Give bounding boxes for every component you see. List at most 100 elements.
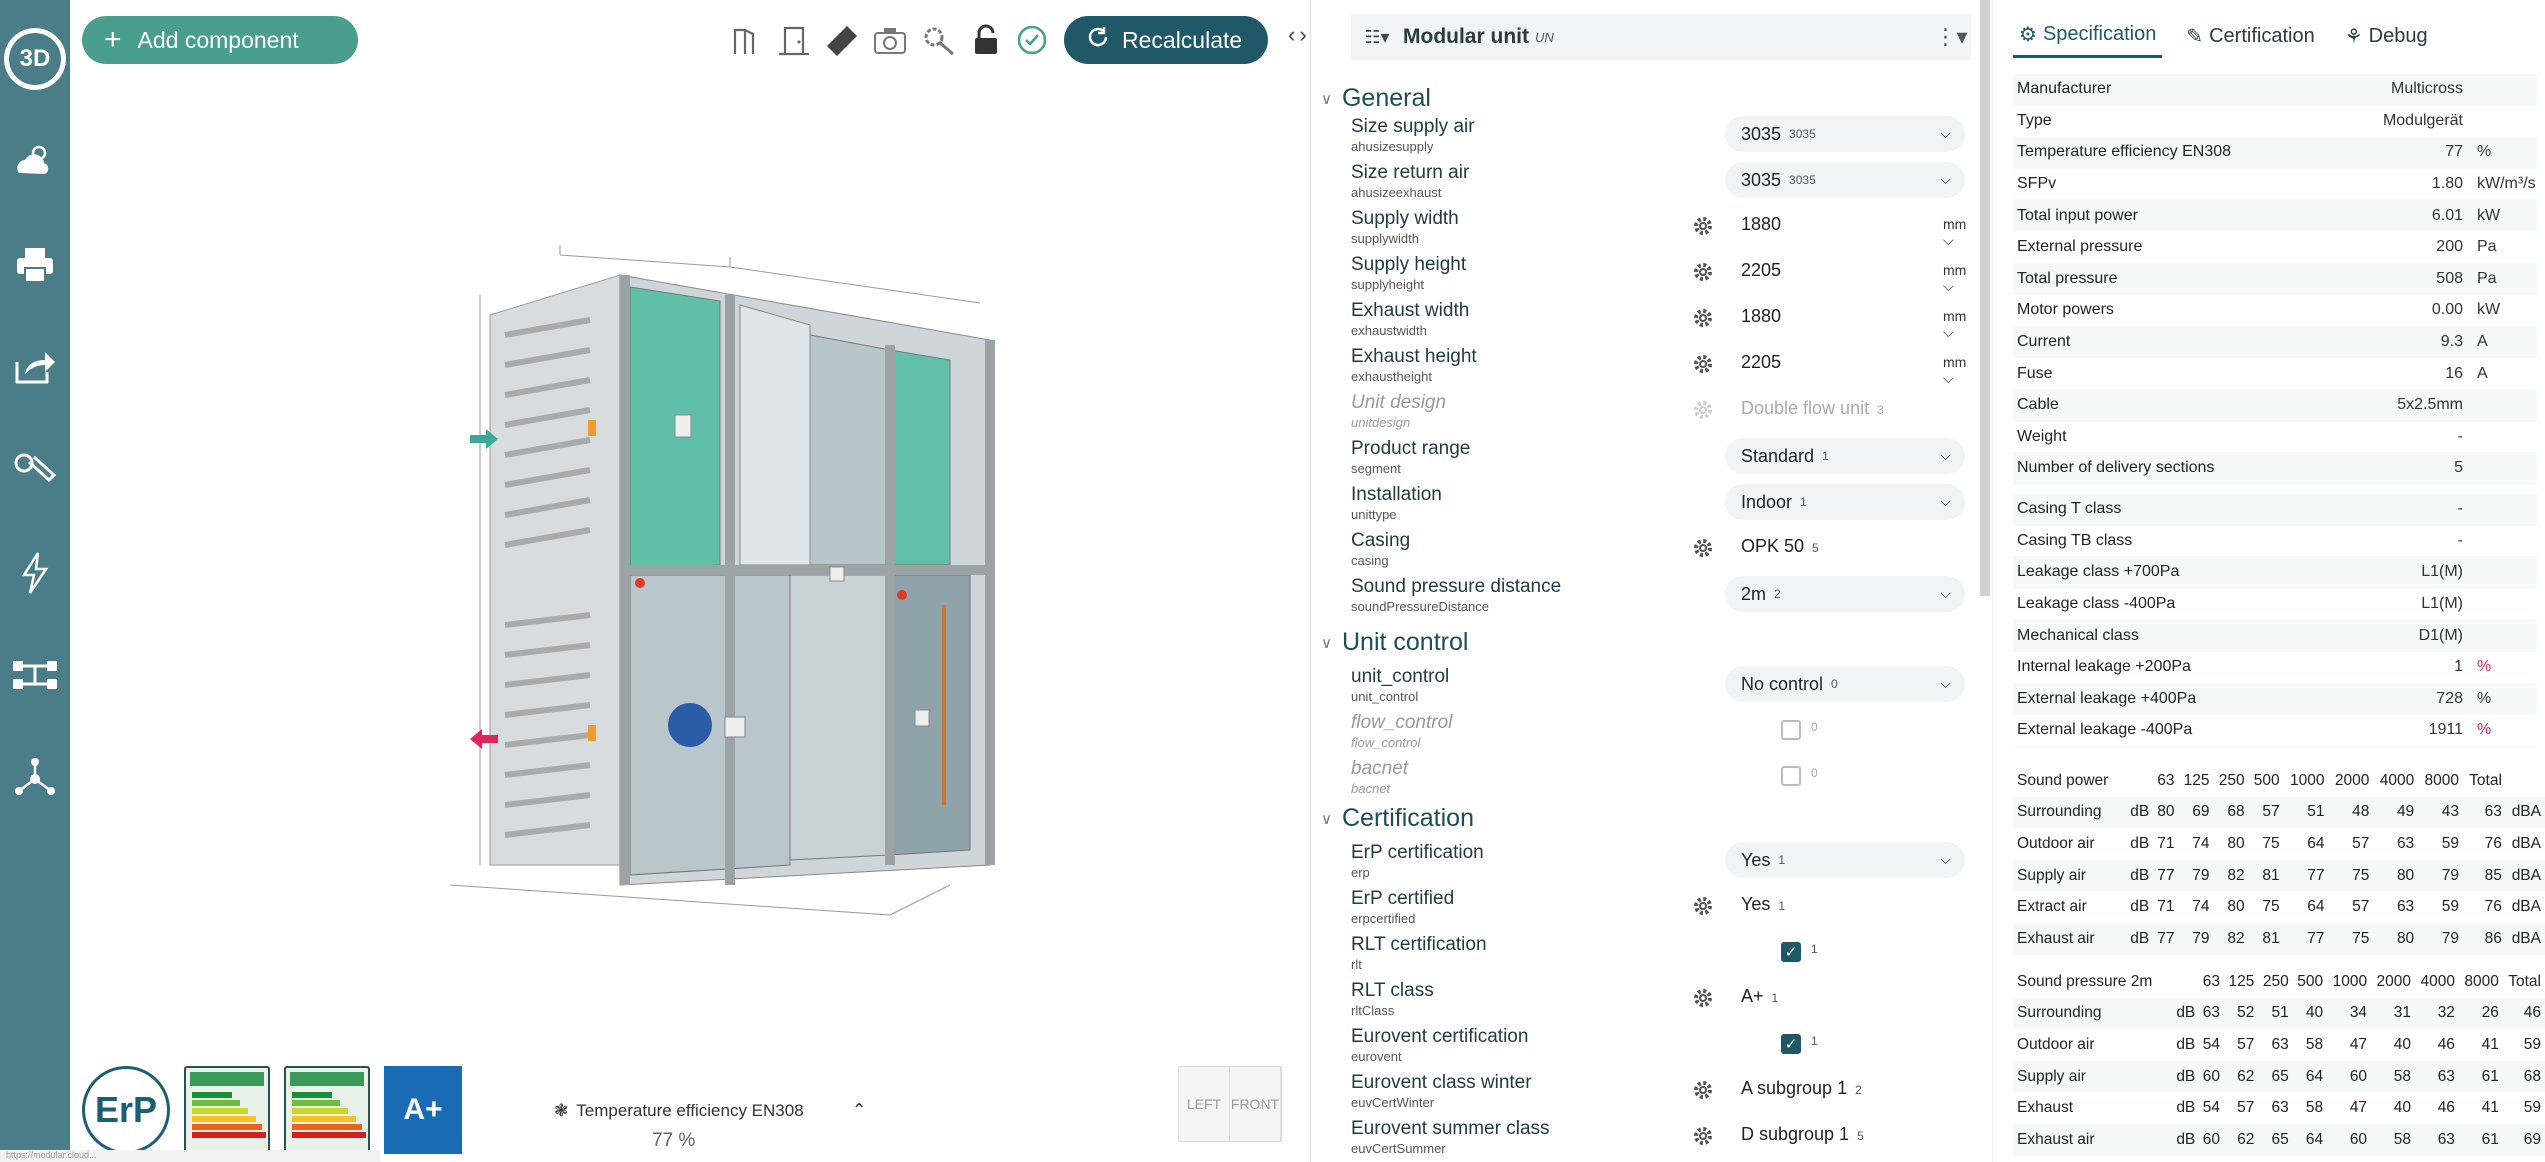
lock-icon[interactable] [968, 22, 1004, 58]
tools-icon[interactable] [8, 442, 62, 496]
field-value[interactable]: Yes 1 [1741, 894, 1785, 915]
field-key: flow_control [1351, 735, 1421, 750]
settings-gear-icon[interactable] [1691, 306, 1715, 330]
field-select[interactable]: 3035 3035 ⌵ [1725, 116, 1965, 152]
spec-value: 0.00 [2431, 301, 2463, 319]
sound-cell: 48 [2329, 796, 2375, 829]
camera-icon[interactable] [872, 22, 908, 58]
section-general[interactable]: ∨ General [1321, 84, 1431, 113]
settings-gear-icon[interactable] [1691, 214, 1715, 238]
settings-gear-icon[interactable] [1691, 536, 1715, 560]
field-value[interactable]: OPK 50 5 [1741, 536, 1819, 557]
section-certification[interactable]: ∨ Certification [1321, 804, 1474, 833]
fan-component[interactable] [668, 703, 712, 747]
spec-value: Modulgerät [2382, 111, 2463, 129]
chevron-right-icon[interactable]: › [1299, 22, 1306, 48]
sound-cell: Surrounding [2013, 796, 2127, 829]
weather-icon[interactable] [8, 134, 62, 188]
eurovent-badge-1[interactable] [184, 1066, 270, 1154]
sound-cell: 46 [2437, 1035, 2455, 1053]
field-label: Eurovent class winter [1351, 1072, 1532, 1093]
section-unit-control[interactable]: ∨ Unit control [1321, 628, 1468, 657]
unit-select[interactable]: mm ⌵ [1943, 308, 1971, 341]
tab-debug[interactable]: ⚘ Debug [2339, 18, 2434, 58]
field-input[interactable]: 2205 [1741, 352, 1781, 373]
add-component-button[interactable]: + Add component [82, 16, 358, 64]
3d-view-button[interactable]: 3D [4, 28, 66, 90]
energy-class-badge[interactable]: A+ [384, 1066, 462, 1154]
eurovent-badge-2[interactable] [284, 1066, 370, 1154]
spec-value: L1(M) [2421, 595, 2463, 613]
door-left-icon[interactable] [730, 22, 766, 58]
field-key: supplyheight [1351, 277, 1424, 292]
field-select[interactable]: Indoor 1 ⌵ [1725, 484, 1965, 520]
settings-gear-icon[interactable] [1691, 398, 1715, 422]
3d-viewer[interactable]: + Add component Recalculate ‹ › ErP A+ ❃… [70, 0, 1310, 1162]
field-code: 1 [1771, 991, 1779, 1005]
settings-gear-icon[interactable] [1691, 1078, 1715, 1102]
network-icon[interactable] [8, 752, 62, 806]
sound-cell: 41 [2481, 1035, 2499, 1053]
tab-specification[interactable]: ⚙ Specification [2013, 18, 2163, 58]
checkbox-code: 0 [1811, 720, 1818, 734]
recalculate-button[interactable]: Recalculate [1064, 16, 1268, 64]
tree-icon[interactable]: ☷▾ [1351, 27, 1403, 48]
checkbox[interactable] [1781, 766, 1801, 786]
refresh-icon [1086, 25, 1110, 55]
unit-select[interactable]: mm ⌵ [1943, 216, 1971, 249]
print-icon[interactable] [8, 238, 62, 292]
settings-gear-icon[interactable] [1691, 894, 1715, 918]
field-select[interactable]: Yes 1 ⌵ [1725, 842, 1965, 878]
view-cube[interactable]: LEFT FRONT [1178, 1066, 1282, 1142]
field-select[interactable]: 2m 2 ⌵ [1725, 576, 1965, 612]
spec-value: Multicross [2390, 80, 2463, 98]
chevron-left-icon[interactable]: ‹ [1288, 22, 1295, 48]
share-icon[interactable] [8, 340, 62, 394]
erp-badge[interactable]: ErP [82, 1066, 170, 1154]
view-left[interactable]: LEFT [1179, 1067, 1230, 1141]
sound-cell: 58 [2305, 1099, 2324, 1117]
unit-select[interactable]: mm ⌵ [1943, 262, 1971, 295]
settings-gear-icon[interactable] [1691, 1124, 1715, 1148]
footer-metric[interactable]: ❃ Temperature efficiency EN308 ⌃ 77 % [554, 1100, 867, 1151]
checkbox-code: 1 [1811, 1034, 1818, 1048]
air-handling-unit-model[interactable] [390, 225, 1030, 945]
checkbox[interactable] [1781, 720, 1801, 740]
field-value[interactable]: D subgroup 1 5 [1741, 1124, 1864, 1145]
field-select[interactable]: No control 0 ⌵ [1725, 666, 1965, 702]
check-circle-icon[interactable] [1014, 22, 1050, 58]
add-component-label: Add component [137, 26, 299, 53]
spec-row: Number of delivery sections 5 [2013, 453, 2537, 485]
form-scrollbar[interactable] [1980, 0, 1990, 596]
checkbox-checked[interactable]: ✓ [1781, 1034, 1801, 1054]
field-select[interactable]: Standard 1 ⌵ [1725, 438, 1965, 474]
sound-cell: 85 [2464, 859, 2507, 892]
field-value[interactable]: A+ 1 [1741, 986, 1778, 1007]
ruler-icon[interactable] [824, 22, 860, 58]
field-value[interactable]: A subgroup 1 2 [1741, 1078, 1862, 1099]
electrical-icon[interactable] [8, 546, 62, 600]
sound-cell: 71 [2157, 834, 2175, 852]
chevron-up-icon[interactable]: ⌃ [852, 1100, 867, 1121]
tab-certification[interactable]: ✎ Certification [2180, 18, 2320, 58]
field-input[interactable]: 1880 [1741, 306, 1781, 327]
checkbox-checked[interactable]: ✓ [1781, 942, 1801, 962]
field-input[interactable]: 1880 [1741, 214, 1781, 235]
spec-value: 9.3 [2440, 333, 2463, 351]
settings-gear-icon[interactable] [1691, 986, 1715, 1010]
settings-gear-icon[interactable] [1691, 260, 1715, 284]
settings-gear-icon[interactable] [1691, 352, 1715, 376]
door-right-icon[interactable] [776, 22, 812, 58]
settings-tools-icon[interactable] [920, 22, 956, 58]
field-input[interactable]: 2205 [1741, 260, 1781, 281]
sound-cell: 57 [2352, 834, 2370, 852]
more-options-icon[interactable]: ⋮▾ [1931, 24, 1971, 50]
controls-icon[interactable] [8, 648, 62, 702]
unit-select[interactable]: mm ⌵ [1943, 354, 1971, 387]
view-front[interactable]: FRONT [1230, 1067, 1281, 1141]
sound-cell: 34 [2328, 997, 2373, 1030]
sound-cell: 63 [2464, 796, 2507, 829]
field-select[interactable]: 3035 3035 ⌵ [1725, 162, 1965, 198]
footer-metric-label: Temperature efficiency EN308 [576, 1100, 804, 1120]
sound-cell: 77 [2284, 859, 2330, 892]
